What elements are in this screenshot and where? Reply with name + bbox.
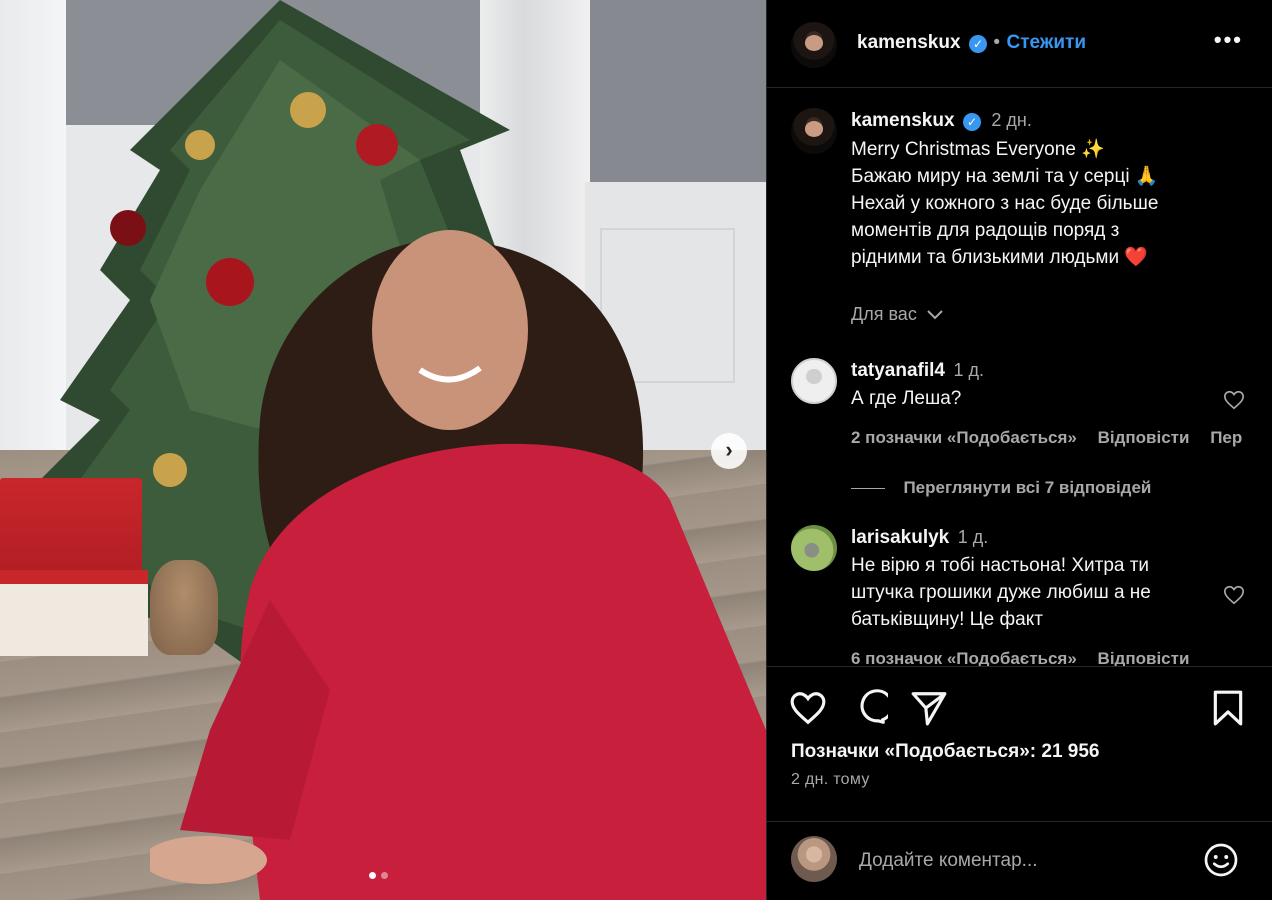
carousel-dot (381, 872, 388, 879)
caption-line: Нехай у кожного з нас буде більше (851, 193, 1159, 214)
ellipsis-icon[interactable]: ••• (1214, 29, 1243, 51)
comment-like-heart-icon[interactable] (1223, 584, 1245, 606)
author-username[interactable]: kamenskux (857, 32, 961, 53)
gift-box-red (0, 478, 142, 580)
caption-text: Merry Christmas Everyone ✨ Бажаю миру на… (851, 136, 1159, 271)
post-header: kamenskux ✓ • Стежити ••• (767, 0, 1272, 88)
reply-button[interactable]: Відповісти (1098, 428, 1190, 447)
comment-likes-link[interactable]: 2 позначки «Подобається» (851, 428, 1077, 447)
ornament (110, 210, 146, 246)
post-sidebar: kamenskux ✓ • Стежити ••• kamenskux ✓ 2 … (766, 0, 1272, 900)
view-replies-label: Переглянути всі 7 відповідей (903, 478, 1152, 497)
woman-in-red (150, 230, 766, 900)
comment-line: батьківщину! Це факт (851, 609, 1043, 630)
wall-right (590, 0, 766, 195)
caption-author-avatar[interactable] (791, 108, 837, 154)
comment-bubble-icon[interactable] (850, 689, 888, 727)
verified-badge-icon: ✓ (962, 112, 981, 131)
smiley-icon[interactable] (1203, 842, 1239, 878)
comment-time: 1 д. (953, 360, 984, 380)
comment-header: larisakulyk 1 д. (851, 527, 988, 549)
chevron-down-icon (927, 310, 943, 320)
caption-line: Бажаю миру на землі та у серці 🙏 (851, 166, 1159, 187)
post-actions: Позначки «Подобається»: 21 956 2 дн. том… (767, 666, 1272, 821)
post-timestamp: 2 дн. тому (791, 771, 870, 788)
carousel-next-button[interactable]: › (711, 433, 747, 469)
comment-username[interactable]: larisakulyk (851, 527, 949, 548)
commenter-avatar[interactable] (791, 525, 837, 571)
caption-line: рідними та близькими людьми ❤️ (851, 247, 1149, 268)
verified-badge-icon: ✓ (968, 34, 987, 53)
heart-icon[interactable] (789, 689, 827, 727)
gift-box-white (0, 570, 148, 656)
likes-count[interactable]: Позначки «Подобається»: 21 956 (791, 741, 1100, 763)
comment-time: 1 д. (957, 527, 989, 547)
comment-line: Не вірю я тобі настьона! Хитра ти (851, 555, 1150, 576)
ornament (356, 124, 398, 166)
comment-text: А где Леша? (851, 385, 961, 412)
commenter-avatar[interactable] (791, 358, 837, 404)
caption-line: моментів для радощів поряд з (851, 220, 1120, 241)
caption-time: 2 дн. (991, 110, 1032, 130)
comment-like-heart-icon[interactable] (1223, 389, 1245, 411)
separator-dot: • (993, 32, 1001, 53)
caption-header: kamenskux ✓ 2 дн. (851, 110, 1032, 132)
comment-line: штучка грошики дуже любиш а не (851, 582, 1151, 603)
replies-line (851, 488, 885, 490)
ornament (290, 92, 326, 128)
caption-username[interactable]: kamenskux (851, 110, 955, 131)
comment-text: Не вірю я тобі настьона! Хитра ти штучка… (851, 552, 1151, 633)
for-you-toggle[interactable]: Для вас (851, 304, 944, 325)
author-avatar[interactable] (791, 22, 837, 68)
comment-composer (767, 821, 1272, 900)
bookmark-icon[interactable] (1209, 689, 1247, 727)
post-photo[interactable]: › (0, 0, 766, 900)
ornament (185, 130, 215, 160)
paper-plane-icon[interactable] (910, 689, 948, 727)
view-replies-button[interactable]: Переглянути всі 7 відповідей (851, 478, 1151, 498)
current-user-avatar (791, 836, 837, 882)
comment-meta: 2 позначки «Подобається» Відповісти Пер (851, 428, 1242, 448)
comment-likes-link[interactable]: 6 позначок «Подобається» (851, 649, 1077, 666)
carousel-dot-active (369, 872, 376, 879)
carousel-indicator (369, 872, 388, 879)
comment-translate-link[interactable]: Пер (1210, 428, 1242, 447)
comment-header: tatyanafil4 1 д. (851, 360, 984, 382)
comment-input[interactable] (857, 844, 1181, 878)
comment-username[interactable]: tatyanafil4 (851, 360, 945, 381)
reply-button[interactable]: Відповісти (1098, 649, 1190, 666)
comments-list[interactable]: kamenskux ✓ 2 дн. Merry Christmas Everyo… (767, 88, 1272, 666)
comment-line: А где Леша? (851, 388, 962, 409)
chevron-right-icon: › (725, 437, 733, 462)
follow-button[interactable]: Стежити (1007, 32, 1086, 53)
comment-meta: 6 позначок «Подобається» Відповісти (851, 649, 1189, 666)
for-you-label: Для вас (851, 304, 917, 324)
caption-line: Merry Christmas Everyone ✨ (851, 139, 1105, 160)
